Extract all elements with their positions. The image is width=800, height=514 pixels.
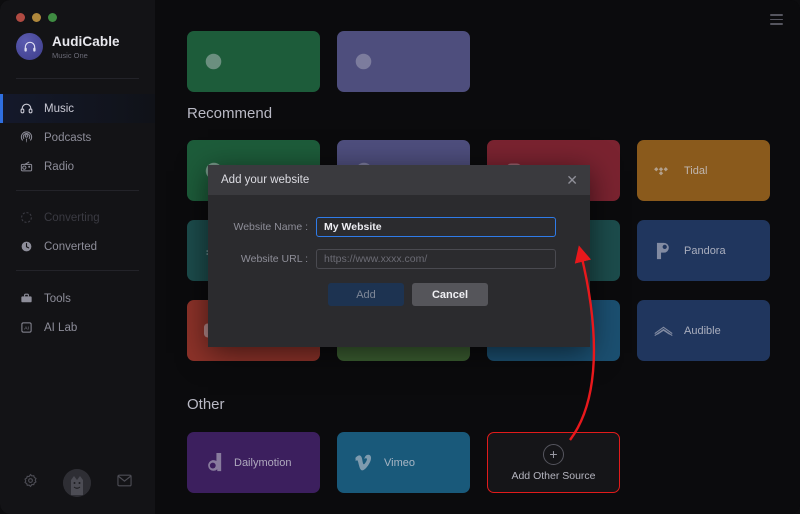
section-title-recommend: Recommend xyxy=(187,105,273,122)
source-card-dailymotion[interactable]: Dailymotion xyxy=(187,432,320,493)
sidebar-divider-3 xyxy=(16,270,139,271)
source-card-label: Tidal xyxy=(684,164,708,177)
vimeo-icon xyxy=(354,453,373,472)
spinner-icon xyxy=(19,211,33,225)
add-button[interactable]: Add xyxy=(328,283,404,306)
website-name-label: Website Name : xyxy=(233,221,309,233)
user-avatar[interactable] xyxy=(63,469,92,497)
sidebar-item-label: Converted xyxy=(44,240,98,253)
source-card-label: Dailymotion xyxy=(234,456,292,469)
brand-subtitle: Music One xyxy=(52,50,88,60)
source-card-pandora[interactable]: Pandora xyxy=(637,220,770,281)
podcast-icon xyxy=(19,131,33,145)
radio-icon xyxy=(19,160,33,174)
source-card-label: Pandora xyxy=(684,244,726,257)
dialog-buttons: Add Cancel xyxy=(208,283,590,306)
sidebar-bottom-bar xyxy=(10,460,145,506)
dialog-header: Add your website ✕ xyxy=(208,165,590,195)
source-card-partial-2[interactable] xyxy=(337,31,470,92)
ai-chip-icon: AI xyxy=(19,321,33,335)
mail-icon[interactable] xyxy=(117,474,132,492)
dailymotion-icon xyxy=(204,453,223,472)
dialog-title: Add your website xyxy=(221,174,310,186)
sidebar-nav-status: Converting Converted xyxy=(0,203,155,261)
source-card-label: Audible xyxy=(684,324,721,337)
website-name-input[interactable] xyxy=(316,217,556,237)
website-url-label: Website URL : xyxy=(240,253,308,265)
tidal-icon xyxy=(654,161,673,180)
sidebar-divider-2 xyxy=(16,190,139,191)
svg-text:AI: AI xyxy=(24,326,29,332)
brand-name: AudiCable xyxy=(52,33,120,49)
sidebar-nav-primary: Music Podcasts Radio xyxy=(0,94,155,181)
website-url-input[interactable] xyxy=(316,249,556,269)
audible-icon xyxy=(654,321,673,340)
toolbox-icon xyxy=(19,292,33,306)
headphone-logo-icon xyxy=(16,33,43,60)
amazon-icon xyxy=(354,52,373,71)
sidebar-item-tools[interactable]: Tools xyxy=(0,284,155,313)
source-card-partial-1[interactable] xyxy=(187,31,320,92)
close-icon[interactable]: ✕ xyxy=(566,173,578,187)
window-traffic-lights xyxy=(16,13,57,22)
headphones-icon xyxy=(19,102,33,116)
website-url-row: Website URL : xyxy=(208,249,590,269)
plus-icon: + xyxy=(543,443,564,465)
settings-gear-icon[interactable] xyxy=(23,473,38,493)
add-website-dialog: Add your website ✕ Website Name : Websit… xyxy=(208,165,590,347)
app-window: AudiCable Music One Music Podcasts Radio… xyxy=(0,0,800,514)
minimize-window-button[interactable] xyxy=(32,13,41,22)
source-card-vimeo[interactable]: Vimeo xyxy=(337,432,470,493)
source-card-audible[interactable]: Audible xyxy=(637,300,770,361)
sidebar-item-converted[interactable]: Converted xyxy=(0,232,155,261)
sidebar-item-label: Podcasts xyxy=(44,131,92,144)
sidebar-item-label: Music xyxy=(44,102,75,115)
sidebar-item-converting[interactable]: Converting xyxy=(0,203,155,232)
sidebar-divider-1 xyxy=(16,78,139,79)
sidebar-item-podcasts[interactable]: Podcasts xyxy=(0,123,155,152)
spotify-icon xyxy=(204,52,223,71)
maximize-window-button[interactable] xyxy=(48,13,57,22)
hamburger-menu-icon[interactable] xyxy=(770,14,783,28)
sidebar: AudiCable Music One Music Podcasts Radio… xyxy=(0,0,155,514)
sidebar-item-music[interactable]: Music xyxy=(0,94,155,123)
brand: AudiCable Music One xyxy=(16,33,120,60)
dialog-body: Website Name : Website URL : Add Cancel xyxy=(208,195,590,306)
sidebar-item-label: Converting xyxy=(44,211,100,224)
cancel-button[interactable]: Cancel xyxy=(412,283,488,306)
website-name-row: Website Name : xyxy=(208,217,590,237)
sidebar-item-ai-lab[interactable]: AI AI Lab xyxy=(0,313,155,342)
sidebar-item-label: AI Lab xyxy=(44,321,78,334)
sidebar-nav-tools: Tools AI AI Lab xyxy=(0,284,155,342)
sidebar-item-radio[interactable]: Radio xyxy=(0,152,155,181)
source-card-label: Vimeo xyxy=(384,456,415,469)
pandora-icon xyxy=(654,241,673,260)
section-title-other: Other xyxy=(187,396,225,413)
sidebar-item-label: Radio xyxy=(44,160,75,173)
add-other-source-card[interactable]: + Add Other Source xyxy=(487,432,620,493)
sidebar-item-label: Tools xyxy=(44,292,71,305)
add-other-source-label: Add Other Source xyxy=(511,469,596,482)
clock-icon xyxy=(19,240,33,254)
source-card-tidal[interactable]: Tidal xyxy=(637,140,770,201)
close-window-button[interactable] xyxy=(16,13,25,22)
